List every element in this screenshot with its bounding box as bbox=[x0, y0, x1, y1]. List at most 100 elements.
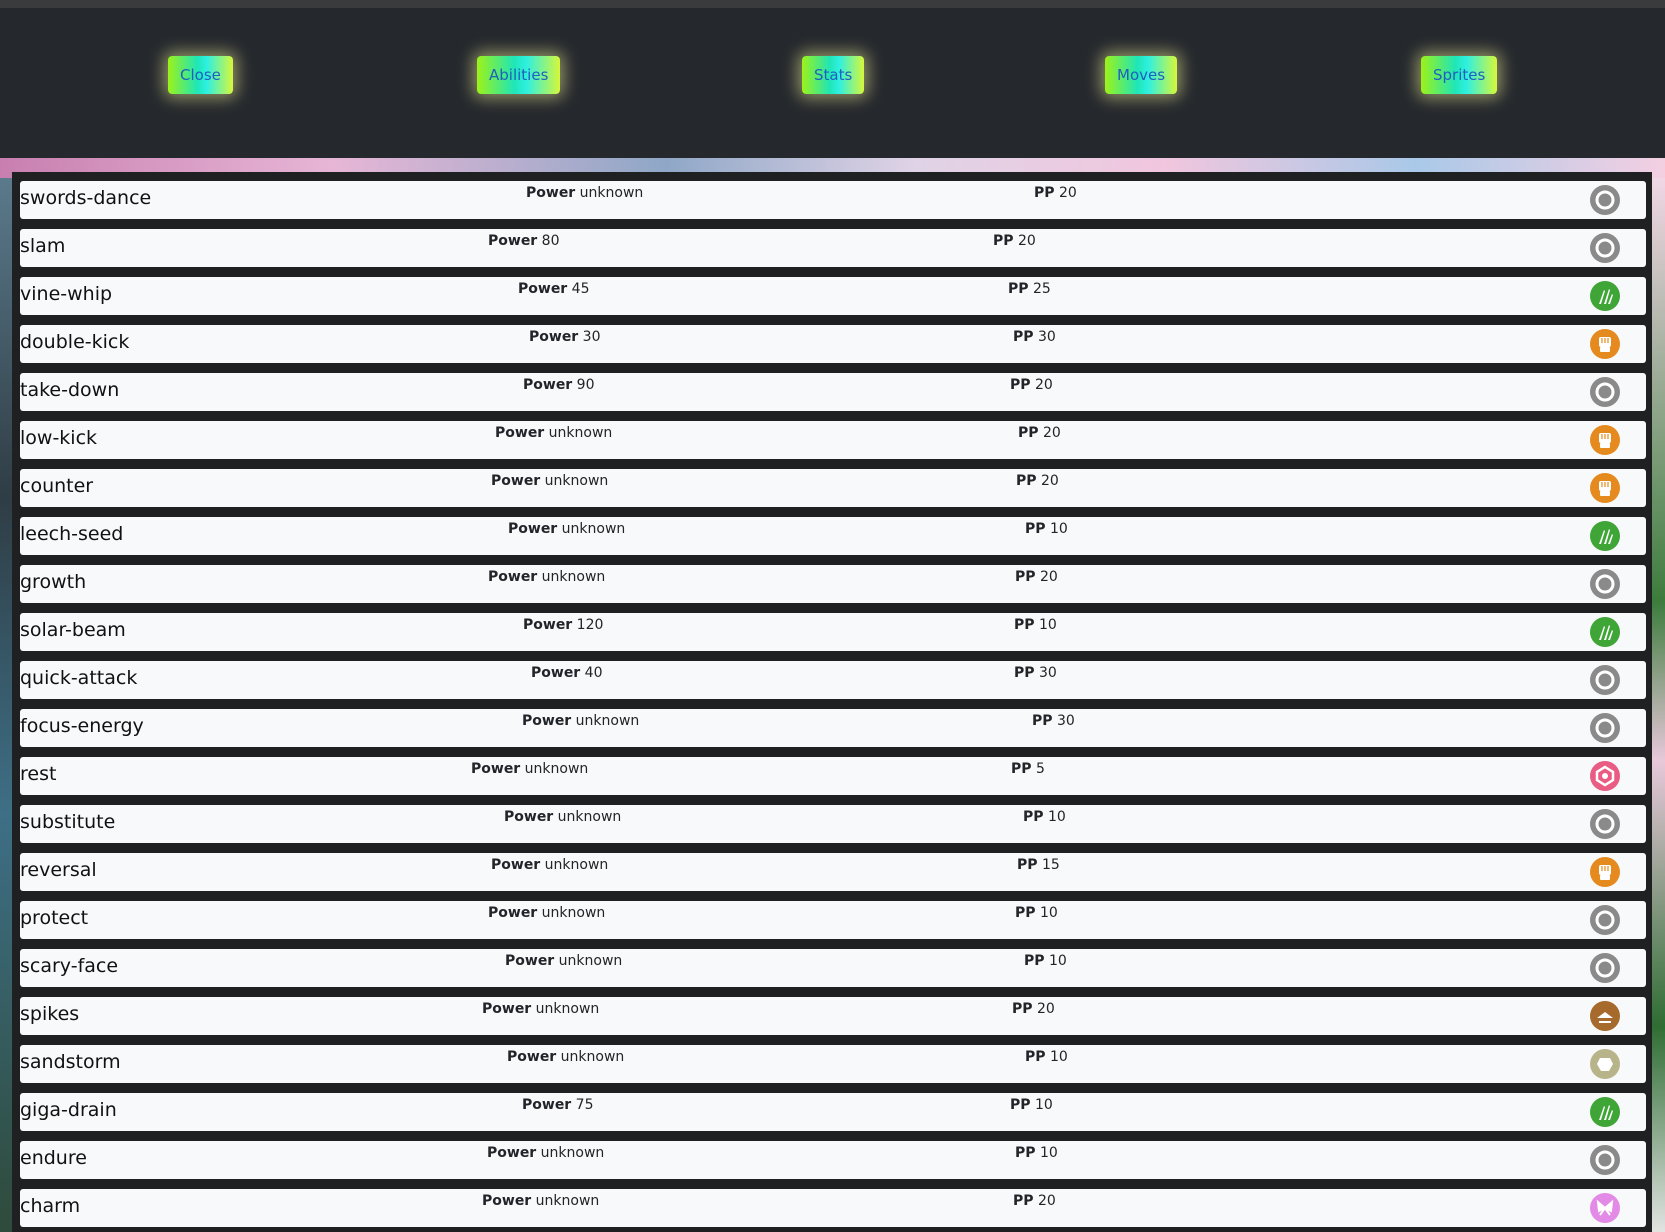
move-power: Power unknown bbox=[522, 713, 639, 729]
move-row[interactable]: counter Power unknown PP 20 bbox=[20, 469, 1646, 507]
move-row[interactable]: rest Power unknown PP 5 bbox=[20, 757, 1646, 795]
move-row[interactable]: vine-whip Power 45 PP 25 bbox=[20, 277, 1646, 315]
power-label: Power bbox=[531, 665, 581, 681]
pp-label: PP bbox=[1015, 569, 1036, 585]
move-row[interactable]: charm Power unknown PP 20 bbox=[20, 1189, 1646, 1227]
move-row[interactable]: double-kick Power 30 PP 30 bbox=[20, 325, 1646, 363]
move-row[interactable]: scary-face Power unknown PP 10 bbox=[20, 949, 1646, 987]
move-power: Power unknown bbox=[491, 857, 608, 873]
move-power: Power 40 bbox=[531, 665, 603, 681]
move-pp: PP 10 bbox=[1023, 809, 1066, 825]
move-row[interactable]: sandstorm Power unknown PP 10 bbox=[20, 1045, 1646, 1083]
pp-value: 10 bbox=[1034, 1097, 1053, 1113]
move-row[interactable]: quick-attack Power 40 PP 30 bbox=[20, 661, 1646, 699]
power-value: unknown bbox=[540, 1145, 605, 1161]
power-label: Power bbox=[526, 185, 576, 201]
move-name: solar-beam bbox=[20, 619, 126, 641]
move-pp: PP 20 bbox=[1034, 185, 1077, 201]
power-value: 30 bbox=[582, 329, 601, 345]
pp-label: PP bbox=[1034, 185, 1055, 201]
move-pp: PP 30 bbox=[1013, 329, 1056, 345]
move-pp: PP 20 bbox=[1016, 473, 1059, 489]
pp-label: PP bbox=[1023, 809, 1044, 825]
normal-type-icon bbox=[1590, 569, 1620, 599]
move-pp: PP 10 bbox=[1024, 953, 1067, 969]
power-value: 45 bbox=[571, 281, 590, 297]
move-power: Power unknown bbox=[487, 1145, 604, 1161]
move-row[interactable]: solar-beam Power 120 PP 10 bbox=[20, 613, 1646, 651]
move-row[interactable]: reversal Power unknown PP 15 bbox=[20, 853, 1646, 891]
move-power: Power unknown bbox=[482, 1193, 599, 1209]
move-name: leech-seed bbox=[20, 523, 124, 545]
move-row[interactable]: focus-energy Power unknown PP 30 bbox=[20, 709, 1646, 747]
power-label: Power bbox=[488, 233, 538, 249]
power-value: unknown bbox=[541, 905, 606, 921]
move-row[interactable]: endure Power unknown PP 10 bbox=[20, 1141, 1646, 1179]
move-row[interactable]: slam Power 80 PP 20 bbox=[20, 229, 1646, 267]
move-pp: PP 10 bbox=[1010, 1097, 1053, 1113]
move-row[interactable]: low-kick Power unknown PP 20 bbox=[20, 421, 1646, 459]
move-row[interactable]: leech-seed Power unknown PP 10 bbox=[20, 517, 1646, 555]
pp-value: 10 bbox=[1049, 1049, 1068, 1065]
pp-label: PP bbox=[1016, 473, 1037, 489]
move-row[interactable]: growth Power unknown PP 20 bbox=[20, 565, 1646, 603]
fighting-type-icon bbox=[1590, 425, 1620, 455]
pp-value: 25 bbox=[1032, 281, 1051, 297]
power-value: unknown bbox=[541, 569, 606, 585]
power-value: 120 bbox=[576, 617, 604, 633]
move-name: substitute bbox=[20, 811, 116, 833]
pp-label: PP bbox=[1025, 1049, 1046, 1065]
power-label: Power bbox=[488, 569, 538, 585]
move-row[interactable]: substitute Power unknown PP 10 bbox=[20, 805, 1646, 843]
move-name: quick-attack bbox=[20, 667, 138, 689]
normal-type-icon bbox=[1590, 233, 1620, 263]
move-pp: PP 20 bbox=[1013, 1193, 1056, 1209]
power-label: Power bbox=[488, 905, 538, 921]
move-pp: PP 20 bbox=[1018, 425, 1061, 441]
power-label: Power bbox=[504, 809, 554, 825]
power-label: Power bbox=[522, 1097, 572, 1113]
power-value: 80 bbox=[541, 233, 560, 249]
rock-type-icon bbox=[1590, 1049, 1620, 1079]
move-power: Power 90 bbox=[523, 377, 595, 393]
move-row[interactable]: spikes Power unknown PP 20 bbox=[20, 997, 1646, 1035]
pp-value: 10 bbox=[1047, 809, 1066, 825]
moves-button[interactable]: Moves bbox=[1105, 56, 1178, 94]
grass-type-icon bbox=[1590, 281, 1620, 311]
pp-label: PP bbox=[1013, 329, 1034, 345]
move-power: Power unknown bbox=[505, 953, 622, 969]
move-power: Power unknown bbox=[526, 185, 643, 201]
move-pp: PP 20 bbox=[1012, 1001, 1055, 1017]
power-label: Power bbox=[491, 473, 541, 489]
normal-type-icon bbox=[1590, 809, 1620, 839]
move-name: rest bbox=[20, 763, 57, 785]
move-row[interactable]: take-down Power 90 PP 20 bbox=[20, 373, 1646, 411]
pp-label: PP bbox=[1017, 857, 1038, 873]
abilities-button[interactable]: Abilities bbox=[477, 56, 561, 94]
normal-type-icon bbox=[1590, 185, 1620, 215]
move-power: Power unknown bbox=[491, 473, 608, 489]
close-button[interactable]: Close bbox=[168, 56, 233, 94]
power-label: Power bbox=[495, 425, 545, 441]
pp-label: PP bbox=[1014, 665, 1035, 681]
move-name: focus-energy bbox=[20, 715, 144, 737]
pp-value: 10 bbox=[1038, 617, 1057, 633]
stats-button[interactable]: Stats bbox=[802, 56, 865, 94]
move-row[interactable]: giga-drain Power 75 PP 10 bbox=[20, 1093, 1646, 1131]
move-name: counter bbox=[20, 475, 94, 497]
move-name: charm bbox=[20, 1195, 81, 1217]
move-row[interactable]: swords-dance Power unknown PP 20 bbox=[20, 181, 1646, 219]
sprites-button[interactable]: Sprites bbox=[1421, 56, 1498, 94]
move-pp: PP 10 bbox=[1014, 617, 1057, 633]
move-power: Power 75 bbox=[522, 1097, 594, 1113]
move-name: giga-drain bbox=[20, 1099, 117, 1121]
pp-label: PP bbox=[1024, 953, 1045, 969]
move-pp: PP 10 bbox=[1015, 1145, 1058, 1161]
pp-value: 20 bbox=[1042, 425, 1061, 441]
pp-label: PP bbox=[1010, 377, 1031, 393]
move-row[interactable]: protect Power unknown PP 10 bbox=[20, 901, 1646, 939]
power-label: Power bbox=[505, 953, 555, 969]
fighting-type-icon bbox=[1590, 857, 1620, 887]
power-label: Power bbox=[508, 521, 558, 537]
move-name: spikes bbox=[20, 1003, 80, 1025]
